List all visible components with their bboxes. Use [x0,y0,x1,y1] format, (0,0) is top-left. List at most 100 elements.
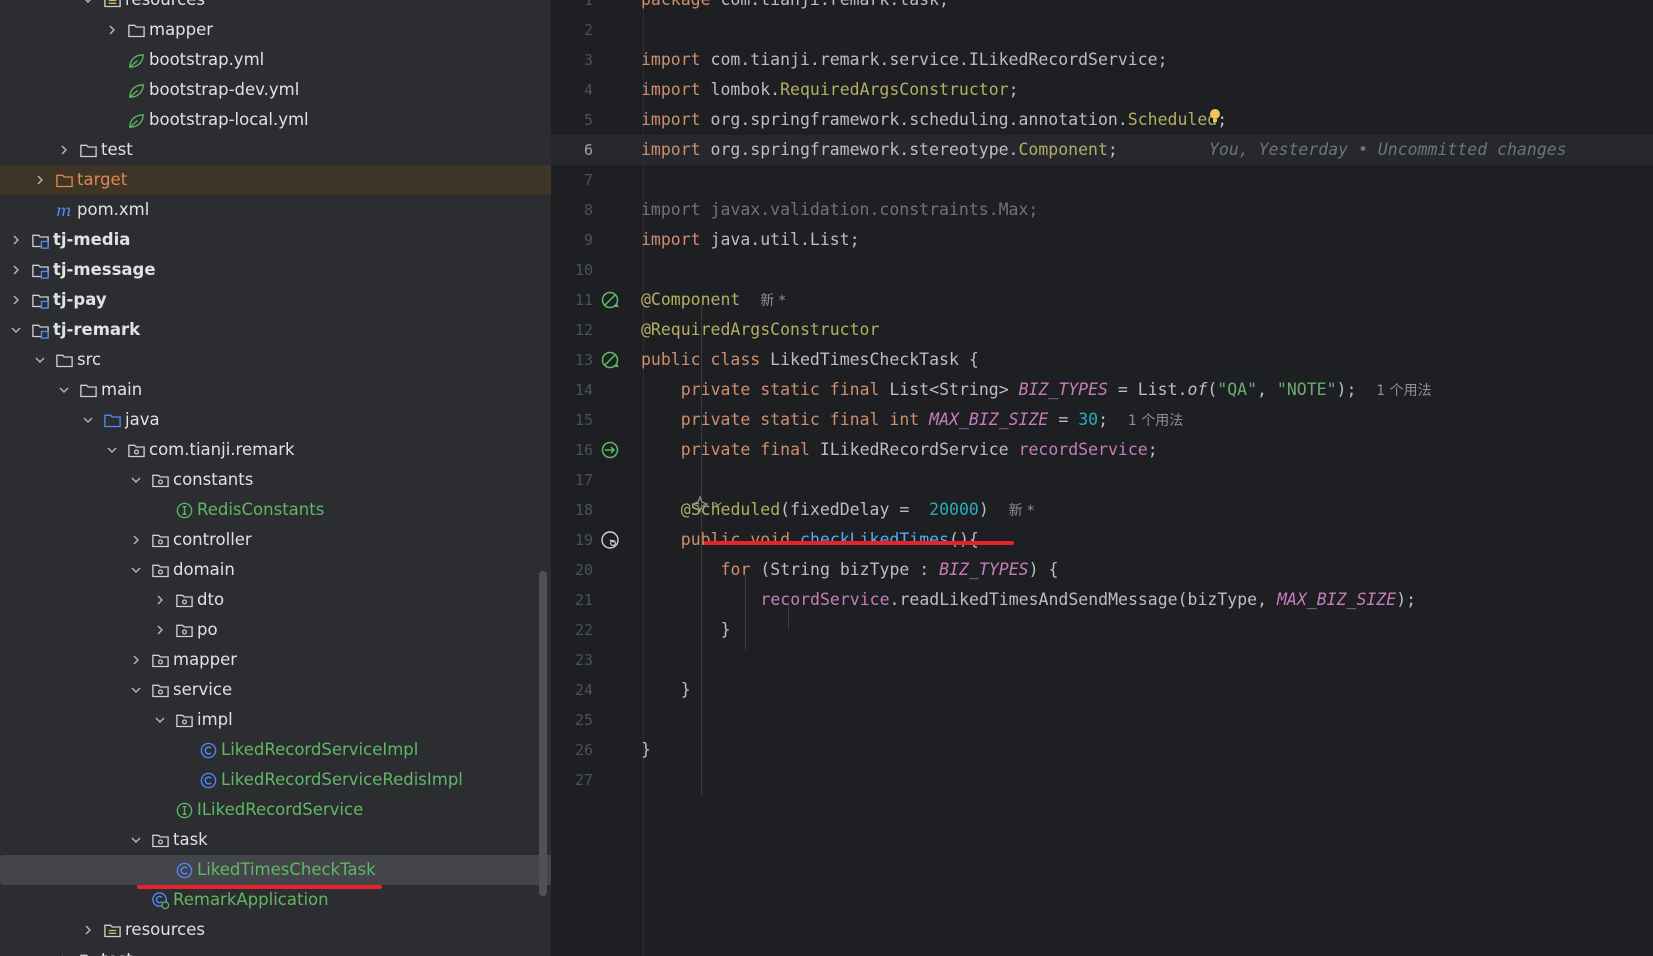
chevron-down-icon[interactable] [126,470,146,490]
tree-node-mapper[interactable]: mapper [0,645,551,675]
code-line-17[interactable]: 17 [551,465,1653,495]
chevron-right-icon[interactable] [78,920,98,940]
tree-node-constants[interactable]: constants [0,465,551,495]
tree-node-tj-message[interactable]: tj-message [0,255,544,285]
tree-node-bootstrap-yml[interactable]: bootstrap.yml [0,45,551,75]
tree-node-impl[interactable]: impl [0,705,551,735]
tree-node-likedrecordserviceredisimpl[interactable]: LikedRecordServiceRedisImpl [0,765,551,795]
code-line-13[interactable]: 13 public class LikedTimesCheckTask { [551,345,1653,375]
tree-node-resources[interactable]: resources [0,915,551,945]
code-token: "QA" [1217,380,1258,399]
code-line-24[interactable]: 24} [551,675,1653,705]
chevron-down-icon[interactable] [6,320,26,340]
tree-node-task[interactable]: task [0,825,551,855]
tree-node-pom-xml[interactable]: m pom.xml [0,195,551,225]
code-line-10[interactable]: 10 [551,255,1653,285]
chevron-right-icon[interactable] [54,950,74,956]
tree-node-domain[interactable]: domain [0,555,551,585]
code-token: RequiredArgsConstructor [780,80,1009,99]
code-line-23[interactable]: 23 [551,645,1653,675]
tree-node-tj-remark[interactable]: tj-remark [0,315,544,345]
project-tool-window[interactable]: resources mapper bootstrap.yml bootstrap-de… [0,0,551,956]
tree-node-likedrecordserviceimpl[interactable]: LikedRecordServiceImpl [0,735,551,765]
tree-node-controller[interactable]: controller [0,525,551,555]
package-icon [150,680,170,700]
chevron-down-icon[interactable] [78,0,98,10]
code-line-14[interactable]: 14 private static final List<String> BIZ_… [551,375,1653,405]
chevron-down-icon[interactable] [102,440,122,460]
chevron-right-icon[interactable] [54,140,74,160]
bean-icon[interactable] [600,290,620,310]
chevron-down-icon[interactable] [150,710,170,730]
tree-node-bootstrap-local-yml[interactable]: bootstrap-local.yml [0,105,551,135]
scheduled-clock-icon[interactable] [600,530,620,550]
code-line-6[interactable]: 6 import org.springframework.stereotype.C… [551,135,1653,165]
chevron-right-icon[interactable] [102,20,122,40]
code-line-21[interactable]: 21 recordService.readLikedTimesAndSendMes… [551,585,1653,615]
chevron-right-icon[interactable] [126,650,146,670]
code-line-20[interactable]: 20 for (String bizType : BIZ_TYPES) { [551,555,1653,585]
line-number: 3 [583,51,593,69]
project-scrollbar-thumb[interactable] [539,571,547,896]
code-line-12[interactable]: 12 @RequiredArgsConstructor [551,315,1653,345]
code-token: } [720,620,731,639]
chevron-right-icon[interactable] [126,530,146,550]
tree-node-test[interactable]: test [0,135,551,165]
code-text: public class LikedTimesCheckTask { [641,345,979,375]
tree-node-tj-pay[interactable]: tj-pay [0,285,544,315]
code-line-1[interactable]: 1 package com.tianji.remark.task; [551,0,1653,15]
chevron-down-icon[interactable] [30,350,50,370]
module-icon [30,290,50,310]
code-line-11[interactable]: 11 @Component 新 * [551,285,1653,315]
code-line-9[interactable]: 9 import java.util.List; [551,225,1653,255]
tree-node-main[interactable]: main [0,375,551,405]
tree-node-target[interactable]: target [0,165,551,195]
tree-node-src[interactable]: src [0,345,551,375]
chevron-right-icon[interactable] [150,590,170,610]
code-line-4[interactable]: 4 import lombok.RequiredArgsConstructor; [551,75,1653,105]
code-line-27[interactable]: 27 [551,765,1653,795]
tree-node-dto[interactable]: dto [0,585,551,615]
tree-node-test[interactable]: test [0,945,551,956]
code-line-8[interactable]: 8 import javax.validation.constraints.Max… [551,195,1653,225]
tree-node-mapper[interactable]: mapper [0,15,551,45]
code-line-2[interactable]: 2 [551,15,1653,45]
lightbulb-icon[interactable] [1209,108,1221,124]
inject-icon[interactable] [600,440,620,460]
code-line-22[interactable]: 22} [551,615,1653,645]
tree-node-redisconstants[interactable]: RedisConstants [0,495,551,525]
tree-node-resources[interactable]: resources [0,0,551,15]
tree-node-com-tianji-remark[interactable]: com.tianji.remark [0,435,551,465]
chevron-down-icon[interactable] [126,680,146,700]
tree-node-po[interactable]: po [0,615,551,645]
chevron-down-icon[interactable] [78,410,98,430]
code-line-3[interactable]: 3 import com.tianji.remark.service.ILiked… [551,45,1653,75]
chevron-down-icon[interactable] [126,830,146,850]
tree-node-bootstrap-dev-yml[interactable]: bootstrap-dev.yml [0,75,551,105]
code-line-25[interactable]: 25 [551,705,1653,735]
bean-icon[interactable] [600,350,620,370]
tree-node-tj-media[interactable]: tj-media [0,225,544,255]
code-line-5[interactable]: 5 import org.springframework.scheduling.a… [551,105,1653,135]
code-line-19[interactable]: 19 public void checkLikedTimes(){ [551,525,1653,555]
tree-node-ilikedrecordservice[interactable]: ILikedRecordService [0,795,551,825]
ai-code-lens-icon[interactable] [691,494,727,514]
tree-node-java[interactable]: java [0,405,551,435]
code-line-26[interactable]: 26} [551,735,1653,765]
chevron-down-icon[interactable] [54,380,74,400]
tree-node-label: target [77,170,128,189]
chevron-right-icon[interactable] [6,260,26,280]
code-line-7[interactable]: 7 [551,165,1653,195]
code-line-16[interactable]: 16 private final ILikedRecordService reco… [551,435,1653,465]
code-line-15[interactable]: 15 private static final int MAX_BIZ_SIZE … [551,405,1653,435]
chevron-right-icon[interactable] [6,290,26,310]
code-token: LikedTimesCheckTask { [770,350,979,369]
code-editor[interactable]: 1package com.tianji.remark.task;23import… [551,0,1653,956]
chevron-down-icon[interactable] [126,560,146,580]
tree-node-remarkapplication[interactable]: RemarkApplication [0,885,551,915]
chevron-right-icon[interactable] [30,170,50,190]
chevron-right-icon[interactable] [6,230,26,250]
tree-node-service[interactable]: service [0,675,551,705]
chevron-right-icon[interactable] [150,620,170,640]
tree-node-likedtimeschecktask[interactable]: LikedTimesCheckTask [0,855,551,885]
